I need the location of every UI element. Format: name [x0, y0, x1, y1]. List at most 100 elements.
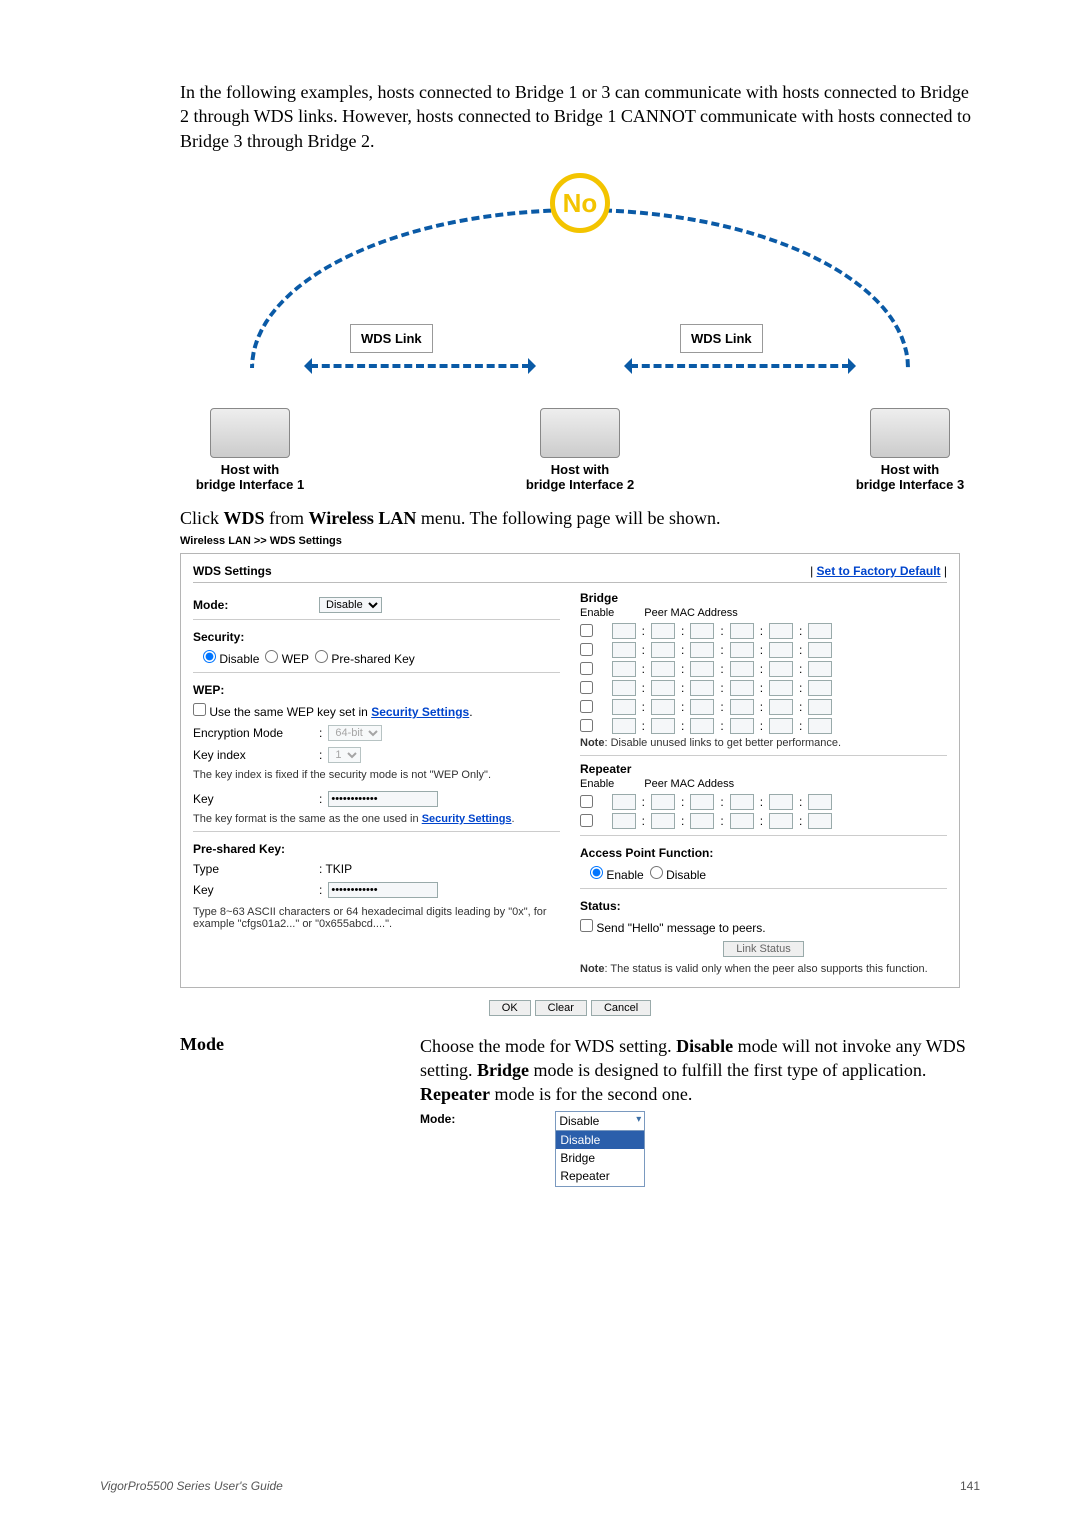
repeater-peer-mac-header: Peer MAC Addess	[644, 778, 734, 790]
wep-same-key-checkbox[interactable]: Use the same WEP key set in Security Set…	[193, 703, 473, 719]
mac-octet[interactable]	[651, 661, 675, 677]
psk-key-input[interactable]	[328, 882, 438, 898]
mac-octet[interactable]	[651, 699, 675, 715]
security-wep-radio[interactable]: WEP	[265, 650, 309, 666]
mac-octet[interactable]	[612, 661, 636, 677]
mac-octet[interactable]	[769, 680, 793, 696]
mini-mode-option-repeater[interactable]: Repeater	[556, 1167, 644, 1185]
bridge-enable-3[interactable]	[580, 662, 593, 675]
mac-octet[interactable]	[612, 813, 636, 829]
key-index-select: 1	[328, 747, 361, 763]
key-index-label: Key index	[193, 748, 313, 762]
psk-label: Pre-shared Key:	[193, 842, 560, 856]
mac-octet[interactable]	[612, 699, 636, 715]
security-settings-link-2[interactable]: Security Settings	[422, 813, 512, 825]
mac-octet[interactable]	[769, 718, 793, 734]
mac-octet[interactable]	[769, 699, 793, 715]
mac-octet[interactable]	[730, 623, 754, 639]
status-note: Note: The status is valid only when the …	[580, 963, 947, 975]
clear-button[interactable]: Clear	[535, 1000, 587, 1016]
mac-octet[interactable]	[730, 661, 754, 677]
mac-octet[interactable]	[690, 813, 714, 829]
mac-octet[interactable]	[651, 623, 675, 639]
repeater-row-1: :::::	[580, 794, 947, 810]
chevron-down-icon: ▾	[636, 1113, 641, 1129]
security-settings-link[interactable]: Security Settings	[371, 705, 469, 719]
mac-octet[interactable]	[651, 794, 675, 810]
mode-select[interactable]: Disable	[319, 597, 382, 613]
mac-octet[interactable]	[808, 718, 832, 734]
repeater-enable-1[interactable]	[580, 795, 593, 808]
repeater-enable-2[interactable]	[580, 814, 593, 827]
mac-octet[interactable]	[690, 794, 714, 810]
ok-button[interactable]: OK	[489, 1000, 531, 1016]
mac-octet[interactable]	[808, 680, 832, 696]
mini-mode-option-bridge[interactable]: Bridge	[556, 1149, 644, 1167]
link-status-button[interactable]: Link Status	[723, 941, 803, 957]
mac-octet[interactable]	[808, 699, 832, 715]
mac-octet[interactable]	[730, 642, 754, 658]
psk-type-value: : TKIP	[319, 862, 352, 876]
wep-label: WEP:	[193, 683, 560, 697]
host-bridge-1: Host with bridge Interface 1	[190, 408, 310, 493]
enable-column-header: Enable	[580, 607, 614, 619]
router-icon	[540, 408, 620, 458]
mini-mode-option-disable[interactable]: Disable	[556, 1131, 644, 1149]
mac-octet[interactable]	[612, 642, 636, 658]
mac-octet[interactable]	[612, 680, 636, 696]
bridge-row-5: :::::	[580, 699, 947, 715]
mac-octet[interactable]	[690, 623, 714, 639]
mac-octet[interactable]	[769, 794, 793, 810]
mac-octet[interactable]	[769, 661, 793, 677]
mac-octet[interactable]	[730, 699, 754, 715]
mac-octet[interactable]	[690, 661, 714, 677]
encryption-mode-select: 64-bit	[328, 725, 382, 741]
set-factory-default-link[interactable]: Set to Factory Default	[817, 564, 941, 578]
host-bridge-3: Host with bridge Interface 3	[850, 408, 970, 493]
cancel-button[interactable]: Cancel	[591, 1000, 651, 1016]
apf-disable-radio[interactable]: Disable	[650, 866, 706, 882]
breadcrumb: Wireless LAN >> WDS Settings	[180, 535, 980, 547]
mac-octet[interactable]	[690, 642, 714, 658]
security-disable-radio[interactable]: Disable	[203, 650, 259, 666]
mac-octet[interactable]	[612, 794, 636, 810]
status-label: Status:	[580, 899, 947, 913]
mac-octet[interactable]	[612, 623, 636, 639]
mac-octet[interactable]	[730, 813, 754, 829]
mac-octet[interactable]	[769, 642, 793, 658]
mac-octet[interactable]	[808, 623, 832, 639]
mac-octet[interactable]	[612, 718, 636, 734]
mini-mode-dropdown[interactable]: Disable ▾ Disable Bridge Repeater	[555, 1111, 645, 1187]
apf-enable-radio[interactable]: Enable	[590, 866, 644, 882]
mac-octet[interactable]	[651, 813, 675, 829]
bridge-enable-4[interactable]	[580, 681, 593, 694]
bridge-row-2: :::::	[580, 642, 947, 658]
bridge-enable-6[interactable]	[580, 719, 593, 732]
mac-octet[interactable]	[730, 718, 754, 734]
mac-octet[interactable]	[651, 680, 675, 696]
mac-octet[interactable]	[730, 794, 754, 810]
mac-octet[interactable]	[651, 642, 675, 658]
mac-octet[interactable]	[651, 718, 675, 734]
bridge-enable-1[interactable]	[580, 624, 593, 637]
mac-octet[interactable]	[808, 661, 832, 677]
bridge-enable-5[interactable]	[580, 700, 593, 713]
mac-octet[interactable]	[808, 642, 832, 658]
mac-octet[interactable]	[808, 813, 832, 829]
security-psk-radio[interactable]: Pre-shared Key	[315, 650, 415, 666]
footer-guide-title: VigorPro5500 Series User's Guide	[100, 1479, 283, 1493]
mac-octet[interactable]	[769, 623, 793, 639]
wds-link-label-2: WDS Link	[680, 324, 763, 353]
bridge-enable-2[interactable]	[580, 643, 593, 656]
mac-octet[interactable]	[808, 794, 832, 810]
send-hello-checkbox[interactable]: Send "Hello" message to peers.	[580, 919, 766, 935]
encryption-mode-label: Encryption Mode	[193, 726, 313, 740]
bridge-row-3: :::::	[580, 661, 947, 677]
mac-octet[interactable]	[690, 718, 714, 734]
mac-octet[interactable]	[690, 680, 714, 696]
mac-octet[interactable]	[730, 680, 754, 696]
mac-octet[interactable]	[769, 813, 793, 829]
peer-mac-header: Peer MAC Address	[644, 607, 738, 619]
mac-octet[interactable]	[690, 699, 714, 715]
wep-key-input[interactable]	[328, 791, 438, 807]
